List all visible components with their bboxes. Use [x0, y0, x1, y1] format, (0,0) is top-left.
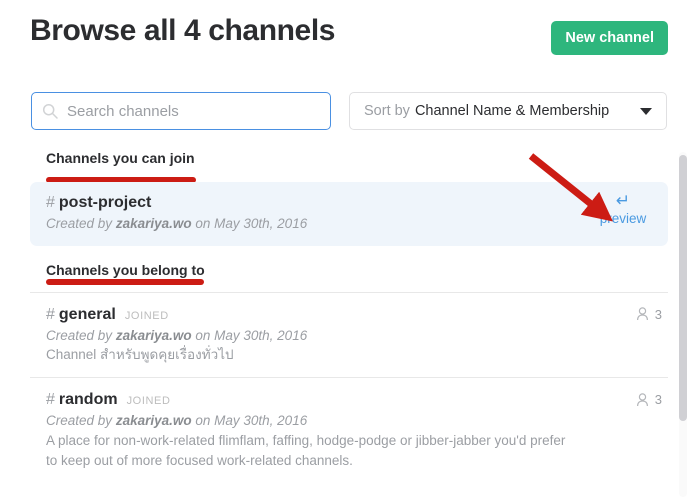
- scrollbar-thumb[interactable]: [679, 155, 687, 421]
- creator-name: zakariya.wo: [115, 327, 192, 343]
- section-heading-label: Channels you belong to: [46, 261, 205, 278]
- search-input[interactable]: [65, 101, 320, 121]
- member-count-value: 3: [654, 392, 662, 408]
- channel-name: post-project: [58, 194, 152, 211]
- created-prefix: Created by: [46, 413, 113, 429]
- joined-badge: JOINED: [126, 395, 171, 408]
- preview-label: preview: [599, 211, 647, 226]
- search-icon: [42, 103, 58, 119]
- member-count: 3: [636, 307, 662, 322]
- channel-row-general[interactable]: # general JOINED Created by zakariya.wo …: [0, 293, 698, 378]
- enter-key-icon: ↵: [615, 191, 631, 210]
- creator-name: zakariya.wo: [115, 413, 192, 429]
- created-suffix: on May 30th, 2016: [195, 216, 308, 231]
- channel-description: Channel สำหรับพูดคุยเรื่องทั่วไป: [46, 347, 234, 363]
- creator-name: zakariya.wo: [115, 216, 192, 231]
- created-suffix: on May 30th, 2016: [195, 327, 308, 343]
- section-header-member: Channels you belong to: [0, 246, 698, 280]
- channel-title-line: # random JOINED: [46, 391, 668, 409]
- channel-created-meta: Created by zakariya.wo on May 30th, 2016: [46, 214, 652, 234]
- member-count-value: 3: [654, 306, 662, 322]
- person-icon: [636, 307, 649, 321]
- section-header-joinable: Channels you can join: [0, 146, 698, 168]
- sort-by-value: Channel Name & Membership: [414, 103, 610, 119]
- created-prefix: Created by: [46, 327, 113, 343]
- channel-created-meta: Created by zakariya.wo on May 30th, 2016: [46, 326, 668, 346]
- channel-title-line: # post-project: [46, 194, 652, 212]
- preview-link[interactable]: ↵ preview: [594, 192, 652, 227]
- hash-icon: #: [46, 391, 55, 409]
- channel-name: random: [58, 391, 118, 409]
- hash-icon: #: [46, 194, 55, 211]
- channel-description: A place for non-work-related flimflam, f…: [46, 432, 566, 469]
- sort-by-dropdown[interactable]: Sort by Channel Name & Membership: [349, 92, 667, 130]
- search-field-container[interactable]: [31, 92, 331, 130]
- created-suffix: on May 30th, 2016: [195, 413, 308, 429]
- channel-created-meta: Created by zakariya.wo on May 30th, 2016: [46, 411, 668, 431]
- chevron-down-icon: [640, 107, 652, 115]
- sort-by-label: Sort by: [364, 103, 410, 119]
- channel-row-random[interactable]: # random JOINED Created by zakariya.wo o…: [0, 378, 698, 483]
- hash-icon: #: [46, 305, 55, 323]
- section-heading-label: Channels you can join: [46, 150, 195, 166]
- joined-badge: JOINED: [124, 309, 169, 322]
- page-title: Browse all 4 channels: [30, 14, 336, 47]
- channel-row-post-project[interactable]: # post-project Created by zakariya.wo on…: [30, 182, 668, 246]
- channel-name: general: [58, 305, 116, 323]
- annotation-underline-2: [46, 279, 204, 285]
- new-channel-button[interactable]: New channel: [551, 21, 668, 55]
- member-count: 3: [636, 392, 662, 407]
- channel-title-line: # general JOINED: [46, 306, 668, 324]
- person-icon: [636, 393, 649, 407]
- controls-row: Sort by Channel Name & Membership: [0, 92, 698, 132]
- page-header: Browse all 4 channels New channel: [0, 0, 698, 78]
- channel-list[interactable]: Channels you can join # post-project Cre…: [0, 146, 698, 501]
- created-prefix: Created by: [46, 216, 113, 231]
